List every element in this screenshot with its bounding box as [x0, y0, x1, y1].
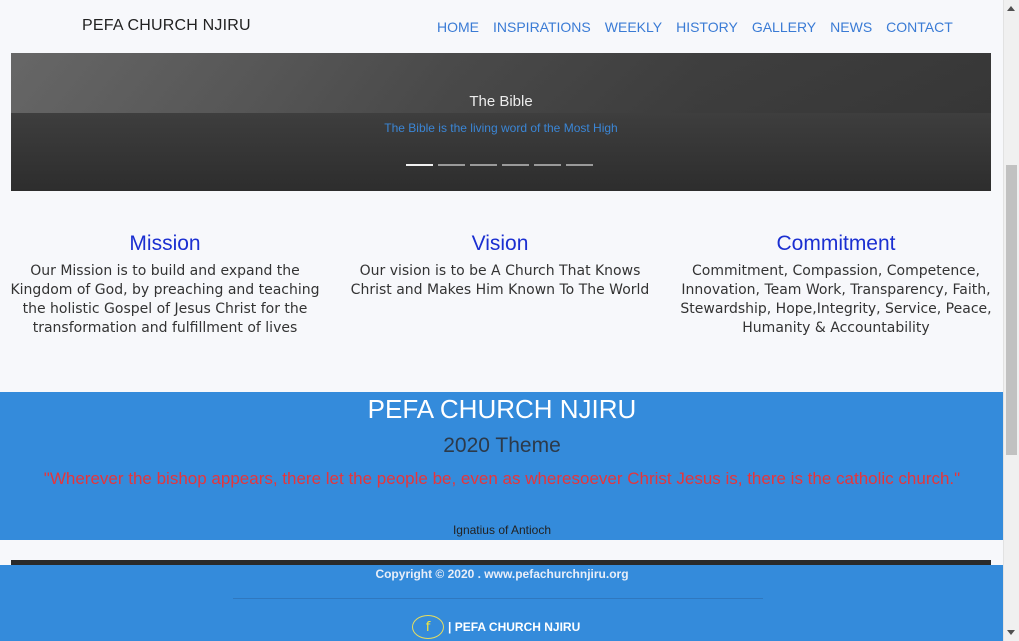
vision-text: Our vision is to be A Church That Knows …	[350, 263, 650, 298]
carousel-indicator[interactable]	[502, 164, 529, 166]
commitment-text: Commitment, Compassion, Competence, Inno…	[680, 263, 992, 336]
carousel-indicator[interactable]	[566, 164, 593, 166]
scroll-up-arrow-icon[interactable]	[1004, 0, 1019, 17]
footer-divider	[233, 598, 763, 599]
mission-text: Our Mission is to build and expand the K…	[10, 263, 320, 336]
theme-quote: "Wherever the bishop appears, there let …	[43, 469, 961, 488]
facebook-label[interactable]: | PEFA CHURCH NJIRU	[448, 620, 580, 634]
main-nav: HOME INSPIRATIONS WEEKLY HISTORY GALLERY…	[437, 19, 967, 35]
nav-history-link[interactable]: HISTORY	[676, 19, 738, 35]
nav-inspirations-link[interactable]: INSPIRATIONS	[493, 19, 591, 35]
brand-logo[interactable]: PEFA CHURCH NJIRU	[82, 17, 251, 35]
mission-heading: Mission	[129, 232, 201, 255]
commitment-column: Commitment Commitment, Compassion, Compe…	[678, 232, 994, 338]
theme-author: Ignatius of Antioch	[452, 523, 552, 537]
vision-column: Vision Our vision is to be A Church That…	[344, 232, 656, 300]
commitment-heading: Commitment	[776, 232, 896, 255]
carousel-indicator[interactable]	[406, 164, 433, 166]
theme-year: 2020 Theme	[443, 434, 561, 457]
facebook-icon[interactable]: f	[412, 615, 444, 639]
vision-heading: Vision	[471, 232, 529, 255]
carousel-indicator[interactable]	[534, 164, 561, 166]
vertical-scrollbar[interactable]	[1003, 0, 1019, 641]
hero-carousel[interactable]: The Bible The Bible is the living word o…	[11, 53, 991, 191]
scroll-down-arrow-icon[interactable]	[1004, 624, 1019, 641]
nav-contact-link[interactable]: CONTACT	[886, 19, 953, 35]
nav-news-link[interactable]: NEWS	[830, 19, 872, 35]
facebook-link[interactable]: f | PEFA CHURCH NJIRU	[412, 615, 580, 639]
navbar: PEFA CHURCH NJIRU HOME INSPIRATIONS WEEK…	[0, 0, 1004, 53]
carousel-indicator[interactable]	[438, 164, 465, 166]
theme-church-name: PEFA CHURCH NJIRU	[367, 394, 637, 424]
footer: Copyright © 2020 . www.pefachurchnjiru.o…	[0, 565, 1004, 641]
theme-banner: PEFA CHURCH NJIRU 2020 Theme "Wherever t…	[0, 392, 1004, 540]
hero-subtitle: The Bible is the living word of the Most…	[384, 121, 618, 135]
scroll-thumb[interactable]	[1006, 165, 1017, 455]
nav-home-link[interactable]: HOME	[437, 19, 479, 35]
mission-column: Mission Our Mission is to build and expa…	[8, 232, 322, 338]
nav-gallery-link[interactable]: GALLERY	[752, 19, 816, 35]
hero-title: The Bible	[469, 93, 533, 110]
carousel-indicator[interactable]	[470, 164, 497, 166]
carousel-indicators	[406, 164, 593, 166]
nav-weekly-link[interactable]: WEEKLY	[605, 19, 662, 35]
copyright-text: Copyright © 2020 . www.pefachurchnjiru.o…	[375, 567, 629, 581]
